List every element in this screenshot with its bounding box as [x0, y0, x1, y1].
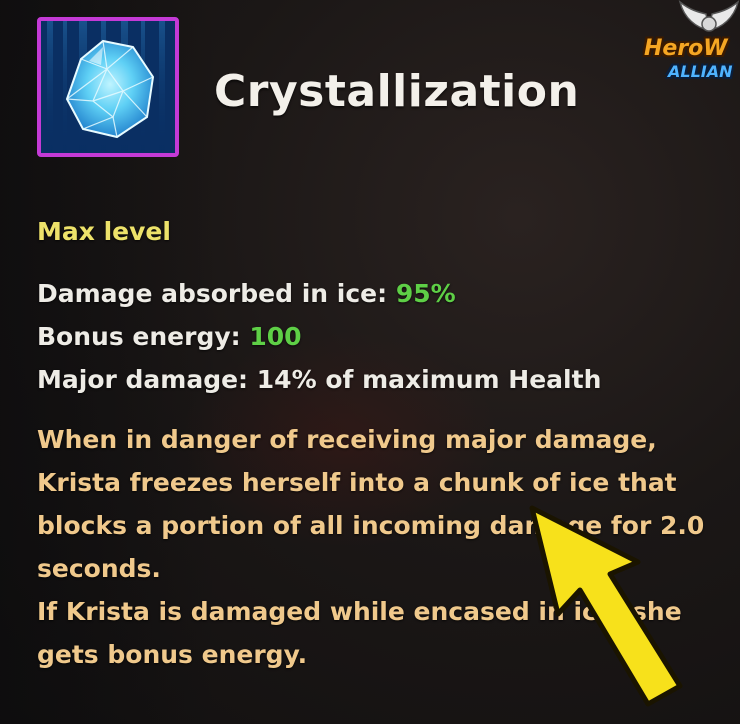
skill-icon-frame [37, 17, 179, 157]
stat-label: Bonus energy: [37, 322, 241, 351]
stat-value: 100 [249, 322, 302, 351]
wings-icon [678, 0, 740, 32]
stat-value: 14% of maximum Health [256, 365, 602, 394]
stat-row: Bonus energy: 100 [37, 315, 727, 358]
stat-row: Major damage: 14% of maximum Health [37, 358, 727, 401]
pointer-arrow-icon [529, 505, 683, 707]
stat-label: Damage absorbed in ice: [37, 279, 388, 308]
stat-label: Major damage: [37, 365, 249, 394]
stat-value: 95% [395, 279, 456, 308]
ice-crystal-icon [41, 21, 175, 153]
stats-list: Damage absorbed in ice: 95% Bonus energy… [37, 272, 727, 401]
game-logo: HeroW ALLIAN [640, 0, 740, 100]
level-label: Max level [37, 217, 171, 246]
logo-text-top: HeroW [644, 36, 728, 61]
stat-row: Damage absorbed in ice: 95% [37, 272, 727, 315]
logo-text-bottom: ALLIAN [668, 62, 733, 81]
skill-title: Crystallization [214, 66, 580, 117]
